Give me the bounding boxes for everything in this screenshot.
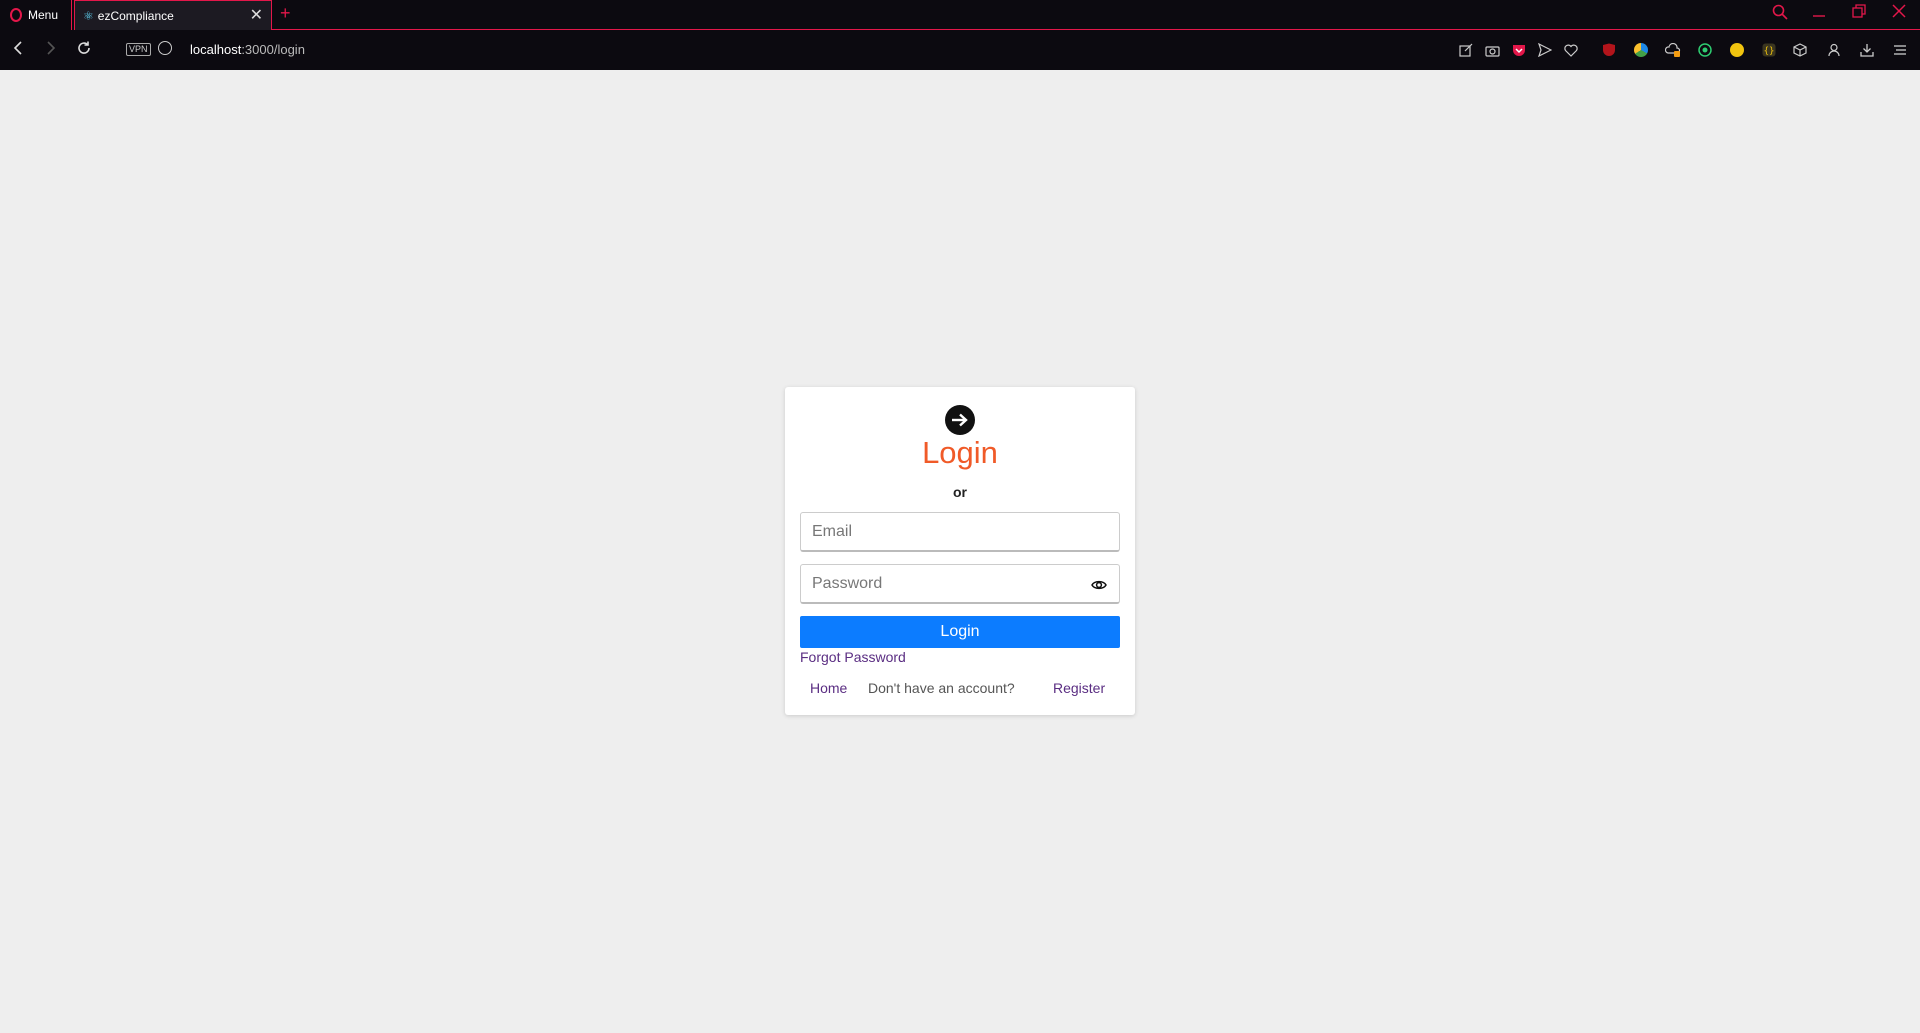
forgot-password-link[interactable]: Forgot Password xyxy=(800,649,906,665)
window-close-icon[interactable] xyxy=(1892,4,1906,24)
home-link[interactable]: Home xyxy=(810,680,847,696)
browser-address-bar: VPN localhost:3000/login {} xyxy=(0,31,1920,70)
ublock-icon[interactable] xyxy=(1600,41,1618,59)
url-field[interactable]: localhost:3000/login xyxy=(190,42,305,57)
profile-icon[interactable] xyxy=(1825,41,1843,59)
search-icon[interactable] xyxy=(1772,4,1788,26)
browser-menu-label: Menu xyxy=(28,8,59,22)
globe-icon[interactable] xyxy=(158,41,172,55)
forward-arrow-icon[interactable] xyxy=(45,40,57,62)
browser-menu-button[interactable]: Menu xyxy=(0,0,72,30)
extension-cloud-icon[interactable] xyxy=(1664,41,1682,59)
extensions-cube-icon[interactable] xyxy=(1791,41,1809,59)
vpn-badge[interactable]: VPN xyxy=(126,43,151,56)
close-icon[interactable]: ✕ xyxy=(250,7,263,24)
minimize-icon[interactable] xyxy=(1812,2,1826,24)
extension-json-icon[interactable]: {} xyxy=(1760,41,1778,59)
no-account-text: Don't have an account? xyxy=(868,680,1015,696)
tab-title: ezCompliance xyxy=(97,8,174,23)
restore-icon[interactable] xyxy=(1852,4,1866,24)
back-arrow-icon[interactable] xyxy=(12,40,24,62)
browser-tab-active[interactable]: ⚛ ezCompliance ✕ xyxy=(74,0,272,30)
login-title: Login xyxy=(922,435,998,470)
download-icon[interactable] xyxy=(1858,41,1876,59)
login-card: Login or Login Forgot Password Home Don'… xyxy=(785,387,1135,715)
tab-underline xyxy=(272,29,1920,30)
camera-icon[interactable] xyxy=(1483,41,1501,59)
extension-target-icon[interactable] xyxy=(1696,41,1714,59)
reload-icon[interactable] xyxy=(76,40,92,62)
url-path: :3000/login xyxy=(241,42,305,57)
arrow-right-circle-icon xyxy=(945,405,975,435)
login-button[interactable]: Login xyxy=(800,616,1120,648)
url-host: localhost xyxy=(190,42,242,57)
send-icon[interactable] xyxy=(1536,41,1554,59)
snap-edit-icon[interactable] xyxy=(1457,41,1475,59)
password-field[interactable] xyxy=(800,564,1120,604)
opera-logo-icon xyxy=(10,8,22,22)
pocket-icon[interactable] xyxy=(1510,41,1528,59)
email-field[interactable] xyxy=(800,512,1120,552)
extension-yellow-icon[interactable] xyxy=(1728,41,1746,59)
new-tab-button[interactable]: + xyxy=(280,3,291,23)
react-favicon-icon: ⚛ xyxy=(83,8,94,23)
easy-setup-menu-icon[interactable] xyxy=(1891,41,1909,59)
heart-icon[interactable] xyxy=(1562,41,1580,59)
register-link[interactable]: Register xyxy=(1053,680,1105,696)
eye-icon[interactable] xyxy=(1091,577,1107,593)
or-divider-text: or xyxy=(953,484,967,500)
extension-color-icon[interactable] xyxy=(1632,41,1650,59)
svg-text:{}: {} xyxy=(1764,47,1775,57)
browser-tab-bar: Menu ⚛ ezCompliance ✕ + xyxy=(0,0,1920,31)
